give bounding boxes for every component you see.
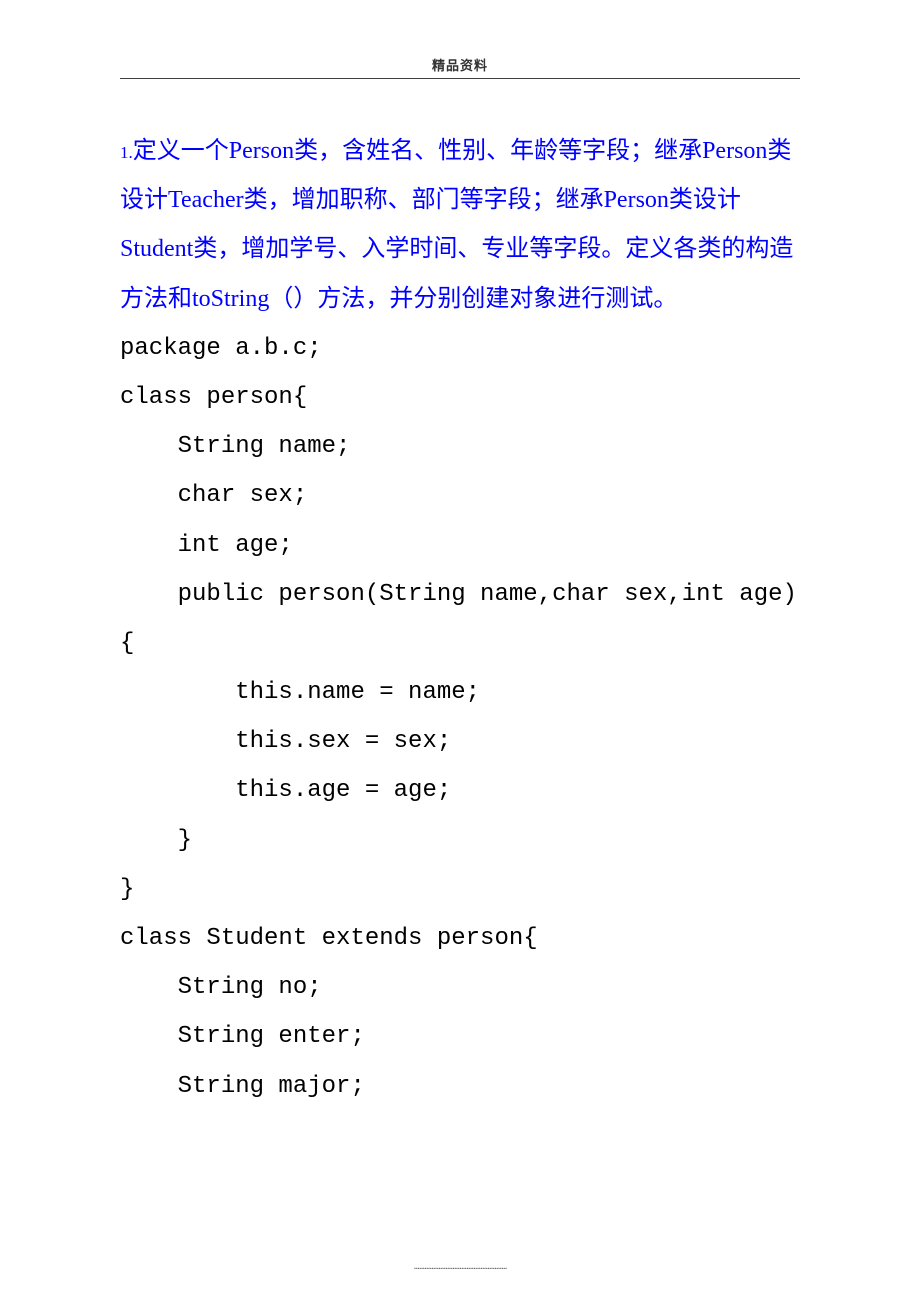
- code-line: String enter;: [120, 1012, 800, 1061]
- code-line: String major;: [120, 1062, 800, 1111]
- page-header: 精品资料: [120, 55, 800, 79]
- code-line: class person{: [120, 373, 800, 422]
- code-line: String name;: [120, 422, 800, 471]
- code-line: public person(String name,char sex,int a…: [120, 570, 800, 668]
- question-number: 1.: [120, 143, 133, 162]
- code-line: char sex;: [120, 471, 800, 520]
- code-line: }: [120, 816, 800, 865]
- question-text: 定义一个Person类，含姓名、性别、年龄等字段；继承Person类设计Teac…: [120, 138, 793, 312]
- code-line: }: [120, 865, 800, 914]
- code-line: package a.b.c;: [120, 324, 800, 373]
- header-title: 精品资料: [432, 58, 488, 73]
- code-line: this.age = age;: [120, 766, 800, 815]
- code-line: this.sex = sex;: [120, 717, 800, 766]
- question-block: 1.定义一个Person类，含姓名、性别、年龄等字段；继承Person类设计Te…: [120, 127, 800, 324]
- code-line: String no;: [120, 963, 800, 1012]
- code-line: this.name = name;: [120, 668, 800, 717]
- document-page: 精品资料 1.定义一个Person类，含姓名、性别、年龄等字段；继承Person…: [0, 0, 920, 1302]
- code-block: package a.b.c;class person{ String name;…: [120, 324, 800, 1111]
- code-line: class Student extends person{: [120, 914, 800, 963]
- footer-dots: ........................................…: [414, 1260, 507, 1272]
- page-footer: ........................................…: [0, 1260, 920, 1272]
- document-content: 1.定义一个Person类，含姓名、性别、年龄等字段；继承Person类设计Te…: [120, 127, 800, 1111]
- code-line: int age;: [120, 521, 800, 570]
